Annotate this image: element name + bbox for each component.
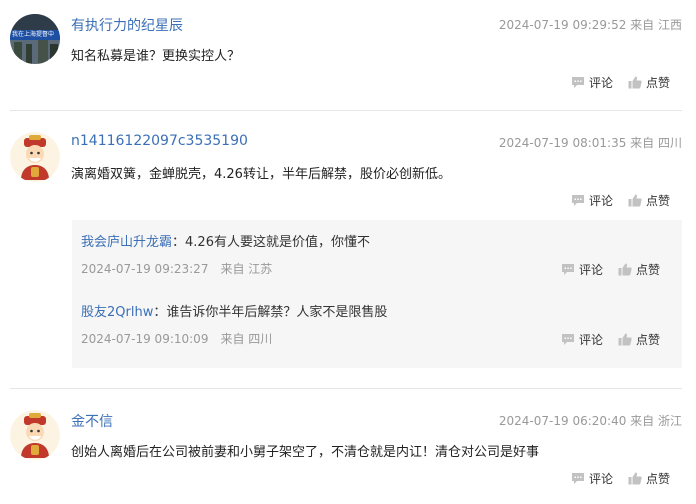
reply-like-button[interactable]: 点赞 bbox=[618, 261, 660, 278]
fortune-god-avatar-icon bbox=[10, 410, 60, 460]
comment-button[interactable]: 评论 bbox=[571, 470, 613, 487]
like-button-label: 点赞 bbox=[646, 472, 671, 486]
thumbs-up-icon bbox=[618, 333, 632, 346]
avatar-photo-icon bbox=[10, 14, 60, 64]
thumbs-up-icon bbox=[618, 263, 632, 276]
comment-bubble-icon bbox=[572, 195, 584, 206]
comment-button-label: 评论 bbox=[589, 194, 614, 208]
reply-list: 我会庐山升龙霸：4.26有人要这就是价值，你懂不 2024-07-19 09:2… bbox=[72, 220, 682, 368]
comment-button[interactable]: 评论 bbox=[571, 74, 613, 91]
reply-text: ：4.26有人要这就是价值，你懂不 bbox=[172, 235, 370, 250]
fortune-god-avatar-icon bbox=[10, 132, 60, 182]
reply-like-button[interactable]: 点赞 bbox=[618, 331, 660, 348]
reply-username[interactable]: 我会庐山升龙霸 bbox=[81, 235, 172, 250]
avatar-caption: 我在上海提督中 bbox=[12, 31, 55, 38]
comment-meta: 2024-07-19 06:20:40 来自 浙江 bbox=[499, 412, 682, 429]
reply-comment-button[interactable]: 评论 bbox=[561, 331, 603, 348]
avatar[interactable] bbox=[10, 132, 60, 182]
comment-username[interactable]: 有执行力的纪星辰 bbox=[71, 15, 183, 35]
comment-divider bbox=[10, 388, 682, 389]
like-button[interactable]: 点赞 bbox=[628, 74, 670, 91]
comment-username[interactable]: n14116122097c3535190 bbox=[71, 133, 248, 149]
comment-bubble-icon bbox=[572, 77, 584, 88]
reply-comment-label: 评论 bbox=[579, 333, 604, 347]
reply-comment-label: 评论 bbox=[579, 263, 604, 277]
like-button[interactable]: 点赞 bbox=[628, 192, 670, 209]
reply-location: 来自 四川 bbox=[220, 332, 273, 346]
reply-username[interactable]: 股友2Qrlhw bbox=[81, 305, 153, 320]
comment-button-label: 评论 bbox=[589, 472, 614, 486]
comment-time: 2024-07-19 08:01:35 bbox=[498, 136, 627, 150]
comment-text: 创始人离婚后在公司被前妻和小舅子架空了，不清仓就是内讧！清仓对公司是好事 bbox=[71, 445, 540, 460]
reply-text: ：谁告诉你半年后解禁？人家不是限售股 bbox=[153, 305, 388, 320]
comment-time: 2024-07-19 06:20:40 bbox=[498, 414, 627, 428]
like-button-label: 点赞 bbox=[646, 76, 671, 90]
avatar[interactable]: 我在上海提督中 bbox=[10, 14, 60, 64]
comment-text: 演离婚双簧，金蝉脱壳，4.26转让，半年后解禁，股价必创新低。 bbox=[71, 167, 451, 182]
comment-meta: 2024-07-19 09:29:52 来自 江西 bbox=[499, 16, 682, 33]
reply-time: 2024-07-19 09:10:09 bbox=[81, 332, 209, 346]
comment-meta: 2024-07-19 08:01:35 来自 四川 bbox=[499, 134, 682, 151]
comment-divider bbox=[10, 110, 682, 111]
comment-button[interactable]: 评论 bbox=[571, 192, 613, 209]
comment-text: 知名私募是谁？更换实控人？ bbox=[71, 49, 241, 64]
reply-meta: 2024-07-19 09:10:09 来自 四川 bbox=[81, 330, 272, 347]
comment-username[interactable]: 金不信 bbox=[71, 411, 113, 431]
comment-location: 来自 江西 bbox=[630, 18, 682, 32]
comment-button-label: 评论 bbox=[589, 76, 614, 90]
comment-location: 来自 浙江 bbox=[630, 414, 682, 428]
thumbs-up-icon bbox=[628, 76, 642, 89]
reply-like-label: 点赞 bbox=[636, 263, 661, 277]
reply-meta: 2024-07-19 09:23:27 来自 江苏 bbox=[81, 260, 272, 277]
like-button-label: 点赞 bbox=[646, 194, 671, 208]
like-button[interactable]: 点赞 bbox=[628, 470, 670, 487]
reply-location: 来自 江苏 bbox=[220, 262, 273, 276]
comment-time: 2024-07-19 09:29:52 bbox=[498, 18, 627, 32]
thumbs-up-icon bbox=[628, 194, 642, 207]
comment-location: 来自 四川 bbox=[630, 136, 682, 150]
reply-time: 2024-07-19 09:23:27 bbox=[81, 262, 209, 276]
comment-bubble-icon bbox=[572, 473, 584, 484]
reply-comment-button[interactable]: 评论 bbox=[561, 261, 603, 278]
thumbs-up-icon bbox=[628, 472, 642, 485]
reply-like-label: 点赞 bbox=[636, 333, 661, 347]
comment-bubble-icon bbox=[562, 334, 574, 345]
comment-bubble-icon bbox=[562, 264, 574, 275]
avatar[interactable] bbox=[10, 410, 60, 460]
